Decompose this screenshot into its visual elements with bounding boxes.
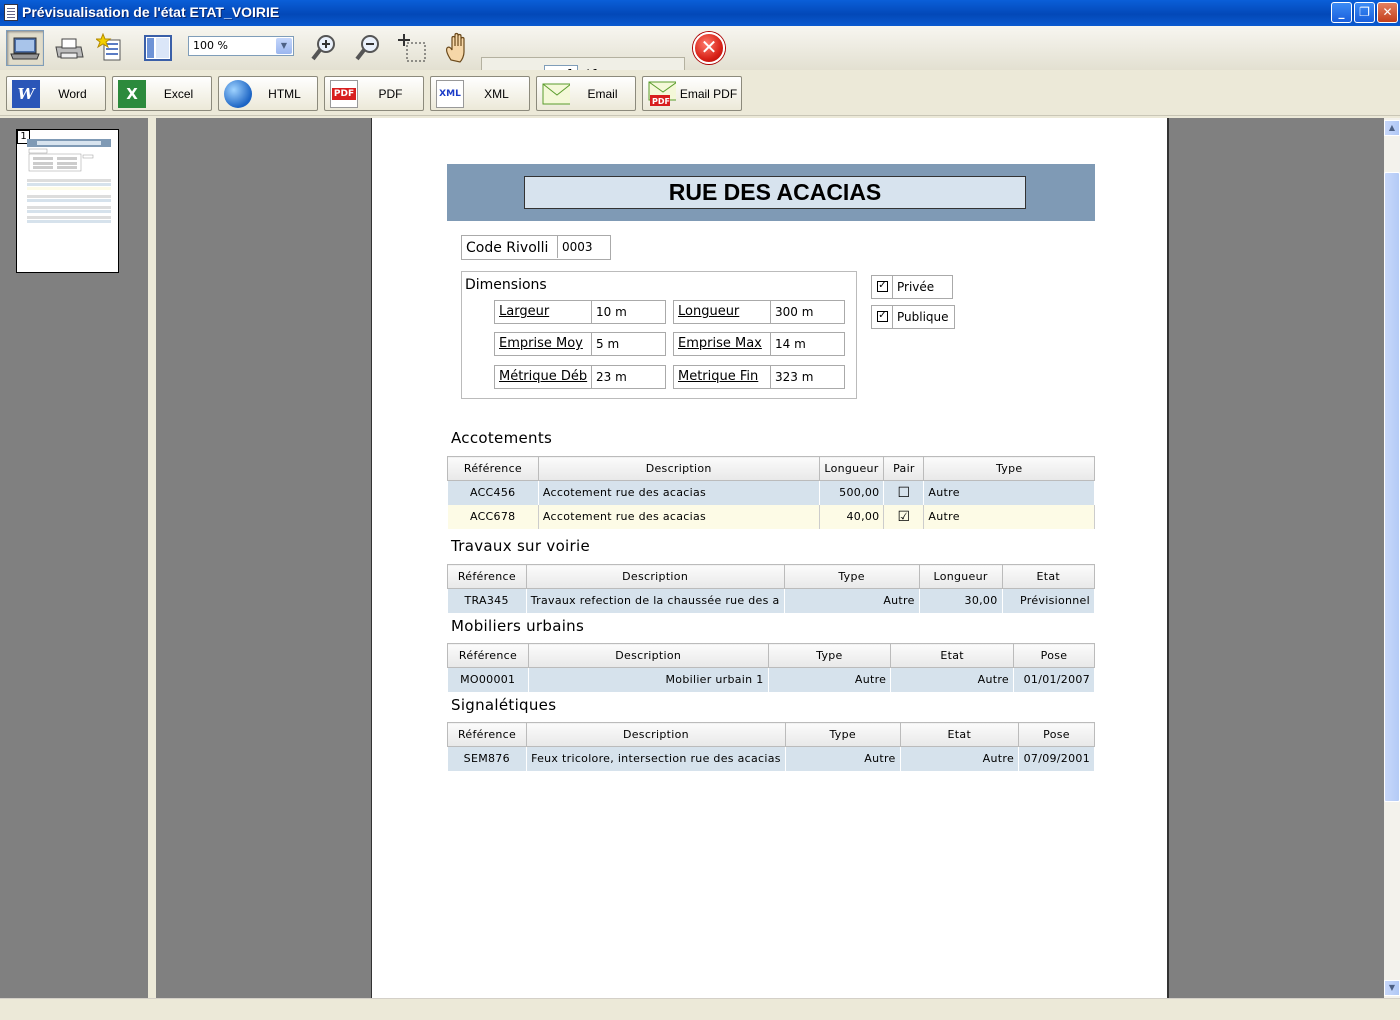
- page-view-button[interactable]: [6, 30, 44, 66]
- thumbnail-pane: 1: [0, 118, 152, 998]
- thumbnails-toggle-button[interactable]: [139, 30, 177, 66]
- table-header: Référence Description Longueur Pair Type: [447, 456, 1095, 481]
- mobiliers-table: Référence Description Type Etat Pose MO0…: [447, 643, 1096, 692]
- excel-icon: X: [118, 79, 146, 108]
- scroll-thumb[interactable]: [1384, 172, 1400, 802]
- scroll-down-icon[interactable]: ▼: [1384, 980, 1400, 996]
- export-toolbar: W Word X Excel HTML PDF PDF XML XML Emai…: [0, 70, 1400, 116]
- print-button[interactable]: [50, 30, 88, 66]
- table-row: SEM876 Feux tricolore, intersection rue …: [447, 746, 1095, 771]
- dimensions-label: Dimensions: [465, 277, 547, 293]
- signaletiques-title: Signalétiques: [451, 696, 557, 714]
- word-icon: W: [12, 79, 40, 108]
- print-options-button[interactable]: [92, 30, 130, 66]
- zoom-in-button[interactable]: [305, 30, 343, 66]
- minimize-button[interactable]: _: [1331, 2, 1352, 23]
- xml-icon: XML: [436, 79, 464, 108]
- travaux-title: Travaux sur voirie: [451, 537, 590, 555]
- export-word-button[interactable]: W Word: [6, 76, 106, 111]
- close-window-button[interactable]: ✕: [1377, 2, 1398, 23]
- envelope-icon: [542, 80, 570, 108]
- laptop-icon: [10, 37, 40, 60]
- export-email-pdf-button[interactable]: PDF Email PDF: [642, 76, 742, 111]
- pair-checkbox-icon: ☐: [883, 480, 925, 505]
- printer-icon: [55, 38, 84, 59]
- zoom-value: 100 %: [193, 39, 228, 52]
- pdf-icon: PDF: [330, 79, 358, 108]
- title-bar: Prévisualisation de l'état ETAT_VOIRIE _…: [0, 0, 1400, 26]
- table-header: Référence Description Type Longueur Etat: [447, 564, 1096, 589]
- export-excel-button[interactable]: X Excel: [112, 76, 212, 111]
- accotements-title: Accotements: [451, 429, 553, 447]
- close-preview-icon[interactable]: ✕: [693, 32, 725, 64]
- metrique-fin-field: Metrique Fin 323 m: [673, 365, 845, 389]
- emprise-moy-field: Emprise Moy 5 m: [494, 332, 666, 356]
- table-row: TRA345 Travaux refection de la chaussée …: [447, 588, 1096, 613]
- table-header: Référence Description Type Etat Pose: [447, 643, 1096, 668]
- export-html-button[interactable]: HTML: [218, 76, 318, 111]
- publique-checkbox: ✓ Publique: [871, 305, 955, 329]
- zoom-select[interactable]: 100 % ▼: [188, 36, 294, 56]
- zoom-in-icon: [311, 35, 335, 61]
- svg-text:PDF: PDF: [652, 97, 670, 106]
- zoom-out-button[interactable]: [349, 30, 387, 66]
- page-thumbnail[interactable]: 1: [16, 129, 119, 273]
- metrique-deb-field: Métrique Déb 23 m: [494, 365, 666, 389]
- crop-selection-icon: [398, 34, 426, 62]
- panel-layout-icon: [144, 35, 172, 61]
- scroll-up-icon[interactable]: ▲: [1384, 120, 1400, 136]
- document-star-icon: [96, 33, 121, 61]
- envelope-pdf-icon: PDF: [648, 80, 676, 108]
- vertical-scrollbar[interactable]: ▲ ▼: [1384, 118, 1400, 998]
- report-page: RUE DES ACACIAS Code Rivolli 0003 Dimens…: [371, 118, 1169, 998]
- preview-toolbar: 100 % ▼ « ‹ 1 / 1 › » ✕: [0, 26, 1400, 91]
- publique-label: Publique: [892, 306, 953, 328]
- status-bar: [0, 998, 1400, 1020]
- thumbnail-preview: [27, 139, 111, 223]
- export-email-button[interactable]: Email: [536, 76, 636, 111]
- report-title: RUE DES ACACIAS: [524, 176, 1026, 209]
- zoom-selection-button[interactable]: [393, 30, 431, 66]
- emprise-max-field: Emprise Max 14 m: [673, 332, 845, 356]
- travaux-table: Référence Description Type Longueur Etat…: [447, 564, 1096, 613]
- maximize-button[interactable]: ❐: [1354, 2, 1375, 23]
- dimensions-group: Dimensions Largeur 10 m Longueur 300 m E…: [461, 271, 857, 399]
- largeur-field: Largeur 10 m: [494, 300, 666, 324]
- privee-checkbox: ✓ Privée: [871, 275, 953, 299]
- code-rivolli-value: 0003: [562, 240, 593, 254]
- preview-area: RUE DES ACACIAS Code Rivolli 0003 Dimens…: [156, 118, 1384, 998]
- table-row: ACC678 Accotement rue des acacias 40,00 …: [447, 504, 1095, 529]
- globe-icon: [224, 79, 252, 108]
- longueur-field: Longueur 300 m: [673, 300, 845, 324]
- pair-checkbox-icon: ☑: [883, 504, 925, 529]
- mobiliers-title: Mobiliers urbains: [451, 617, 585, 635]
- zoom-out-icon: [355, 35, 379, 61]
- pan-button[interactable]: [439, 30, 477, 66]
- checked-icon: ✓: [877, 280, 888, 292]
- hand-icon: [446, 32, 465, 63]
- document-icon: [4, 4, 18, 21]
- accotements-table: Référence Description Longueur Pair Type…: [447, 456, 1095, 529]
- code-rivolli-label: Code Rivolli: [462, 236, 558, 258]
- export-pdf-button[interactable]: PDF PDF: [324, 76, 424, 111]
- table-header: Référence Description Type Etat Pose: [446, 722, 1095, 747]
- privee-label: Privée: [892, 276, 938, 298]
- code-rivolli-field: Code Rivolli 0003: [461, 235, 611, 260]
- export-xml-button[interactable]: XML XML: [430, 76, 530, 111]
- checked-icon: ✓: [877, 310, 888, 322]
- report-title-banner: RUE DES ACACIAS: [447, 164, 1095, 221]
- chevron-down-icon[interactable]: ▼: [276, 38, 292, 54]
- window-title: Prévisualisation de l'état ETAT_VOIRIE: [22, 4, 280, 20]
- table-row: MO00001 Mobilier urbain 1 Autre Autre 01…: [447, 667, 1096, 692]
- signaletiques-table: Référence Description Type Etat Pose SEM…: [446, 722, 1095, 771]
- table-row: ACC456 Accotement rue des acacias 500,00…: [447, 480, 1095, 505]
